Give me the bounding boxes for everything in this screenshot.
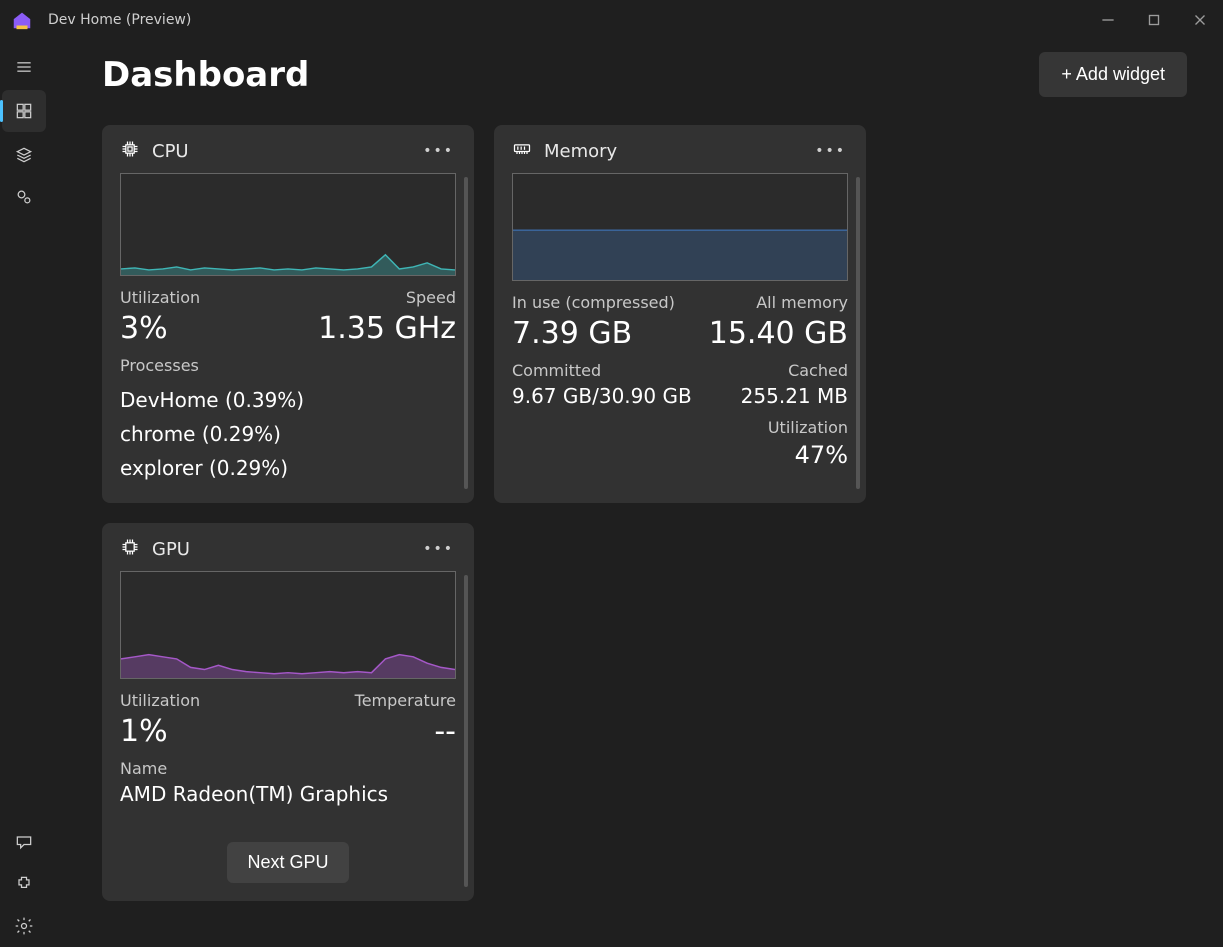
gpu-temperature-label: Temperature xyxy=(355,691,456,710)
gpu-chart xyxy=(120,571,456,679)
close-button[interactable] xyxy=(1177,4,1223,36)
gpu-icon xyxy=(120,537,140,561)
gpu-widget: GPU ••• Utilization Temperature 1% -- Na… xyxy=(102,523,474,901)
sidebar xyxy=(0,40,48,947)
sidebar-item-feedback[interactable] xyxy=(0,821,48,863)
cpu-widget-more-button[interactable]: ••• xyxy=(421,139,456,163)
memory-all-value: 15.40 GB xyxy=(709,316,848,351)
memory-inuse-value: 7.39 GB xyxy=(512,316,632,351)
window-title: Dev Home (Preview) xyxy=(48,12,191,28)
memory-widget-more-button[interactable]: ••• xyxy=(813,139,848,163)
page-header: Dashboard + Add widget xyxy=(102,52,1187,97)
memory-widget-title: Memory xyxy=(544,141,617,162)
memory-widget-scrollbar[interactable] xyxy=(856,177,860,489)
cpu-process-item: chrome (0.29%) xyxy=(120,417,456,451)
gpu-name-label: Name xyxy=(120,759,456,778)
memory-chart xyxy=(512,173,848,281)
add-widget-button[interactable]: + Add widget xyxy=(1039,52,1187,97)
cpu-utilization-label: Utilization xyxy=(120,288,200,307)
window-controls xyxy=(1085,4,1223,36)
cpu-icon xyxy=(120,139,140,163)
memory-cached-value: 255.21 MB xyxy=(741,384,848,408)
next-gpu-button[interactable]: Next GPU xyxy=(227,842,348,883)
memory-inuse-label: In use (compressed) xyxy=(512,293,675,312)
cpu-processes-label: Processes xyxy=(120,356,456,375)
cpu-widget-title: CPU xyxy=(152,141,189,162)
gpu-utilization-value: 1% xyxy=(120,714,168,749)
memory-committed-label: Committed xyxy=(512,361,601,380)
maximize-button[interactable] xyxy=(1131,4,1177,36)
page-title: Dashboard xyxy=(102,55,309,95)
cpu-process-item: explorer (0.29%) xyxy=(120,451,456,485)
cpu-chart xyxy=(120,173,456,276)
titlebar: Dev Home (Preview) xyxy=(0,0,1223,40)
minimize-button[interactable] xyxy=(1085,4,1131,36)
sidebar-item-environments[interactable] xyxy=(0,134,48,176)
app-icon xyxy=(10,8,34,32)
gpu-widget-more-button[interactable]: ••• xyxy=(421,537,456,561)
hamburger-menu-button[interactable] xyxy=(0,46,48,88)
memory-widget: Memory ••• In use (compressed) All memor… xyxy=(494,125,866,503)
memory-committed-value: 9.67 GB/30.90 GB xyxy=(512,384,692,408)
cpu-process-list: DevHome (0.39%) chrome (0.29%) explorer … xyxy=(120,383,456,485)
memory-cached-label: Cached xyxy=(788,361,848,380)
sidebar-item-dashboard[interactable] xyxy=(2,90,46,132)
main-content: Dashboard + Add widget CPU ••• Uti xyxy=(48,40,1223,947)
cpu-process-item: DevHome (0.39%) xyxy=(120,383,456,417)
gpu-widget-title: GPU xyxy=(152,539,190,560)
cpu-speed-label: Speed xyxy=(406,288,456,307)
cpu-widget: CPU ••• Utilization Speed 3% 1.35 GHz Pr… xyxy=(102,125,474,503)
sidebar-item-extensions[interactable] xyxy=(0,863,48,905)
gpu-temperature-value: -- xyxy=(434,714,456,749)
sidebar-item-settings[interactable] xyxy=(0,905,48,947)
memory-all-label: All memory xyxy=(756,293,848,312)
gpu-widget-scrollbar[interactable] xyxy=(464,575,468,887)
gpu-utilization-label: Utilization xyxy=(120,691,200,710)
cpu-widget-scrollbar[interactable] xyxy=(464,177,468,489)
cpu-speed-value: 1.35 GHz xyxy=(318,311,456,346)
memory-utilization-value: 47% xyxy=(795,441,848,469)
gpu-name-value: AMD Radeon(TM) Graphics xyxy=(120,782,456,806)
memory-utilization-label: Utilization xyxy=(768,418,848,437)
widget-grid: CPU ••• Utilization Speed 3% 1.35 GHz Pr… xyxy=(102,125,1187,901)
memory-icon xyxy=(512,139,532,163)
sidebar-item-machine-config[interactable] xyxy=(0,176,48,218)
cpu-utilization-value: 3% xyxy=(120,311,168,346)
